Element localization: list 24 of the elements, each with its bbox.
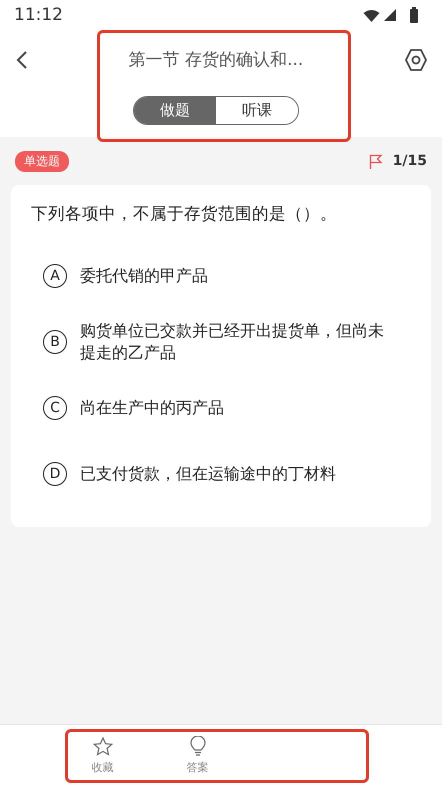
- option-text[interactable]: 尚在生产中的丙产品: [80, 397, 224, 419]
- option-text[interactable]: 已支付货款，但在运输途中的丁材料: [80, 463, 336, 485]
- toolbar-button[interactable]: 收藏: [75, 725, 130, 786]
- question-text: 下列各项中，不属于存货范围的是（）。: [31, 203, 338, 225]
- lightbulb-icon: [190, 736, 206, 756]
- battery-icon: [410, 7, 418, 23]
- option-letter[interactable]: C: [43, 396, 67, 420]
- option-text[interactable]: 委托代销的甲产品: [80, 265, 208, 287]
- signal-icon: [384, 9, 396, 21]
- flag-icon[interactable]: [368, 154, 383, 168]
- mode-tab[interactable]: 做题: [134, 97, 216, 124]
- page-title: 第一节 存货的确认和...: [128, 49, 304, 71]
- back-icon[interactable]: [16, 50, 28, 70]
- option-letter[interactable]: A: [43, 264, 67, 288]
- toolbar-button[interactable]: 答案: [170, 725, 225, 786]
- wifi-icon: [363, 8, 380, 22]
- question-type-badge: 单选题: [15, 150, 69, 172]
- option-letter[interactable]: D: [43, 462, 67, 486]
- status-time: 11:12: [14, 5, 63, 25]
- option-text[interactable]: 购货单位已交款并已经开出提货单，但尚未提走的乙产品: [80, 320, 392, 364]
- option-letter[interactable]: B: [43, 330, 67, 354]
- settings-icon[interactable]: [404, 48, 428, 72]
- progress-counter: 1/15: [392, 153, 427, 169]
- star-icon: [92, 736, 112, 756]
